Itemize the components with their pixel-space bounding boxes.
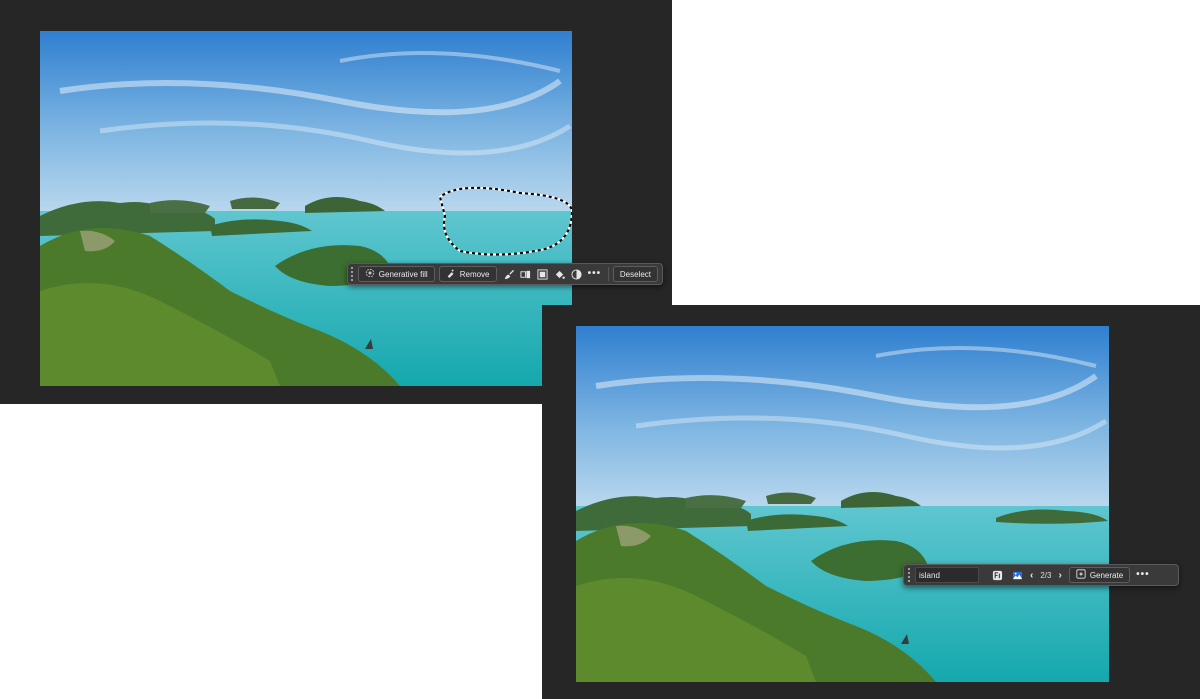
transform-icon[interactable] <box>519 266 532 282</box>
remove-brush-icon <box>446 268 456 280</box>
drag-handle[interactable] <box>906 568 912 582</box>
contextual-task-bar-top: Generative fill Remove ••• Deselect <box>347 263 663 285</box>
remove-button[interactable]: Remove <box>438 266 497 282</box>
prompt-input[interactable] <box>915 567 979 583</box>
contextual-task-bar-bottom: ‹ 2/3 › Generate ••• <box>903 564 1179 586</box>
generate-button[interactable]: Generate <box>1068 567 1131 583</box>
landscape-photo-with-selection[interactable] <box>40 31 572 386</box>
drag-handle[interactable] <box>350 267 355 281</box>
fill-bucket-icon[interactable] <box>553 266 566 282</box>
divider <box>608 267 609 281</box>
landscape-photo-generated[interactable] <box>576 326 1109 682</box>
deselect-button[interactable]: Deselect <box>612 266 659 282</box>
generate-label: Generate <box>1089 570 1124 580</box>
generative-fill-label: Generative fill <box>378 269 428 279</box>
chevron-left-icon[interactable]: ‹ <box>1030 570 1033 581</box>
adjustment-icon[interactable] <box>570 266 583 282</box>
generate-icon <box>1076 569 1086 581</box>
reference-image-icon[interactable] <box>1009 567 1025 583</box>
brush-icon[interactable] <box>503 266 516 282</box>
generative-fill-icon <box>365 268 375 280</box>
firefly-icon[interactable] <box>989 567 1005 583</box>
remove-label: Remove <box>459 269 490 279</box>
more-icon[interactable]: ••• <box>588 269 602 279</box>
variation-pager: 2/3 <box>1040 570 1052 580</box>
mask-icon[interactable] <box>536 266 549 282</box>
more-icon[interactable]: ••• <box>1136 570 1150 580</box>
generative-fill-button[interactable]: Generative fill <box>357 266 435 282</box>
chevron-right-icon[interactable]: › <box>1058 570 1061 581</box>
